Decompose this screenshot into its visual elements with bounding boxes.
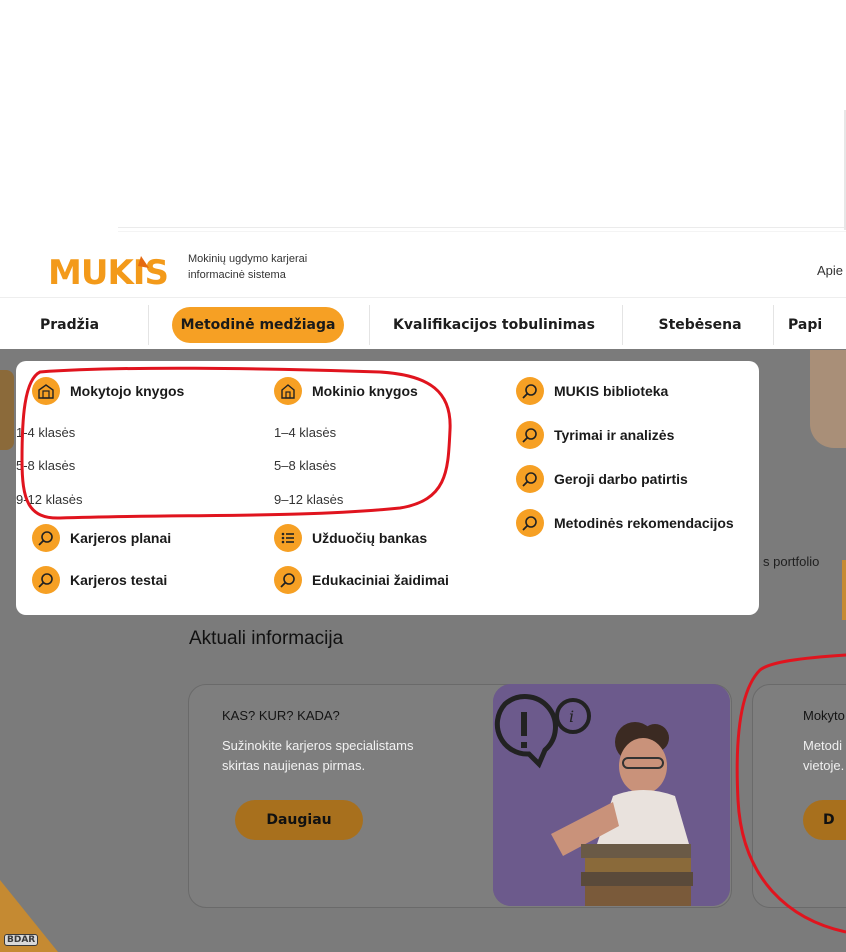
menu-item-label: Geroji darbo patirtis xyxy=(554,471,688,487)
menu-item-label: Edukaciniai žaidimai xyxy=(312,572,449,588)
card-heading: Mokyto xyxy=(803,708,845,723)
submenu-link[interactable]: 9-12 klasės xyxy=(16,492,82,507)
list-icon xyxy=(274,524,302,552)
tagline-line: informacinė sistema xyxy=(188,269,286,281)
menu-item-label: Metodinės rekomendacijos xyxy=(554,515,734,531)
submenu-link[interactable]: 5–8 klasės xyxy=(274,458,336,473)
card-button[interactable]: D xyxy=(803,800,846,840)
menu-item-karjeros-planai[interactable]: Karjeros planai xyxy=(32,524,171,552)
nav-item-stebesena[interactable]: Stebėsena xyxy=(630,307,770,343)
decorative-accent xyxy=(0,370,14,450)
books-icon xyxy=(32,377,60,405)
menu-item-label: Užduočių bankas xyxy=(312,530,428,546)
search-icon xyxy=(274,566,302,594)
section-title: Aktuali informacija xyxy=(189,628,344,649)
submenu-link[interactable]: 1–4 klasės xyxy=(274,425,336,440)
menu-item-mukis-biblioteka[interactable]: MUKIS biblioteka xyxy=(516,377,668,405)
menu-item-metodines-rekomendacijos[interactable]: Metodinės rekomendacijos xyxy=(516,509,734,537)
search-icon xyxy=(516,509,544,537)
nav-item-pradzia[interactable]: Pradžia xyxy=(40,307,180,343)
svg-text:i: i xyxy=(569,707,574,726)
menu-item-label: Karjeros testai xyxy=(70,572,168,588)
hero-image-fragment xyxy=(810,350,846,448)
menu-item-label: Karjeros planai xyxy=(70,530,172,546)
card-text-line: vietoje. xyxy=(803,758,845,773)
tagline-line: Mokinių ugdymo karjerai xyxy=(188,253,308,265)
search-icon xyxy=(516,421,544,449)
card-text-line: Metodi xyxy=(803,738,843,753)
card-text: Sužinokite karjeros specialistams skirta… xyxy=(222,736,472,776)
school-icon xyxy=(274,377,302,405)
submenu-link[interactable]: 1-4 klasės xyxy=(16,425,75,440)
site-tagline: Mokinių ugdymo karjerai informacinė sist… xyxy=(188,251,307,283)
nav-separator xyxy=(622,305,623,345)
menu-item-mokytojo-knygos[interactable]: Mokytojo knygos xyxy=(32,377,184,405)
nav-item-kvalifikacijos[interactable]: Kvalifikacijos tobulinimas xyxy=(370,307,618,343)
portfolio-link-text[interactable]: s portfolio xyxy=(763,554,819,569)
divider xyxy=(118,231,846,232)
card-heading: KAS? KUR? KADA? xyxy=(222,708,340,723)
card-text: Metodi vietoje. xyxy=(803,736,844,776)
submenu-link[interactable]: 9–12 klasės xyxy=(274,492,343,507)
search-icon xyxy=(516,465,544,493)
about-link[interactable]: Apie xyxy=(817,263,843,278)
nav-item-metodine-medziaga[interactable]: Metodinė medžiaga xyxy=(172,307,344,343)
daugiau-button[interactable]: Daugiau xyxy=(235,800,363,840)
svg-text:MUKIS: MUKIS xyxy=(48,253,168,290)
menu-item-label: Mokinio knygos xyxy=(312,383,418,399)
menu-item-label: Tyrimai ir analizės xyxy=(554,427,675,443)
menu-item-edukaciniai-zaidimai[interactable]: Edukaciniai žaidimai xyxy=(274,566,449,594)
menu-item-uzduociu-bankas[interactable]: Užduočių bankas xyxy=(274,524,427,552)
menu-item-tyrimai[interactable]: Tyrimai ir analizės xyxy=(516,421,674,449)
menu-item-label: MUKIS biblioteka xyxy=(554,383,669,399)
search-icon xyxy=(516,377,544,405)
nav-separator xyxy=(148,305,149,345)
mukis-logo[interactable]: MUKIS xyxy=(46,250,176,293)
menu-item-geroji-patirtis[interactable]: Geroji darbo patirtis xyxy=(516,465,688,493)
card-text-line: Sužinokite karjeros specialistams xyxy=(222,738,414,753)
card-text-line: skirtas naujienas pirmas. xyxy=(222,758,366,773)
search-icon xyxy=(32,524,60,552)
menu-item-mokinio-knygos[interactable]: Mokinio knygos xyxy=(274,377,418,405)
decorative-accent xyxy=(842,560,846,620)
submenu-link[interactable]: 5-8 klasės xyxy=(16,458,75,473)
menu-item-karjeros-testai[interactable]: Karjeros testai xyxy=(32,566,167,594)
nav-item-papildoma[interactable]: Papi xyxy=(788,307,846,343)
divider xyxy=(118,227,846,228)
bdar-badge[interactable]: BDAR xyxy=(4,934,39,946)
blank-top-area xyxy=(0,0,846,234)
search-icon xyxy=(32,566,60,594)
card-illustration: i xyxy=(493,684,730,906)
menu-item-label: Mokytojo knygos xyxy=(70,383,185,399)
nav-separator xyxy=(773,305,774,345)
